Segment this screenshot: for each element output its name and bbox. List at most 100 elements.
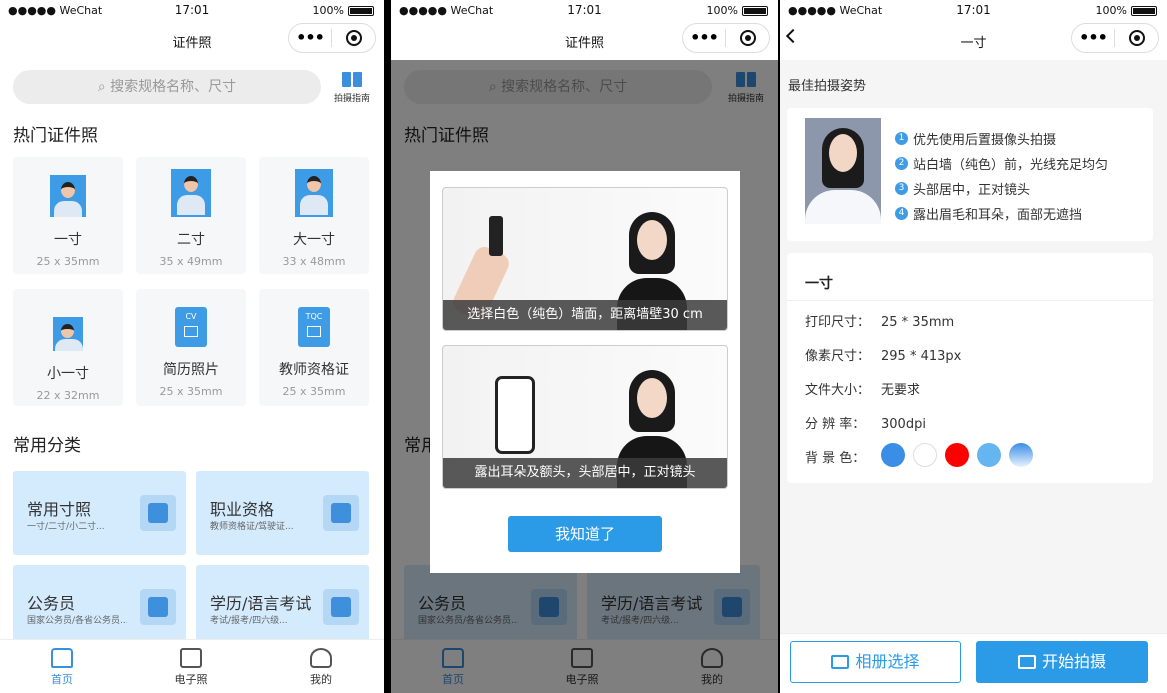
category-card-4[interactable]: 学历/语言考试 考试/报考/四六级... — [196, 565, 369, 649]
hot-card-name: 一寸 — [54, 232, 82, 248]
portrait-icon — [295, 169, 333, 217]
bg-color-swatch[interactable] — [913, 443, 937, 467]
tip-item: 4 露出眉毛和耳朵，面部无遮挡 — [895, 201, 1108, 226]
pose-section-title: 最佳拍摄姿势 — [788, 79, 867, 94]
close-program-icon[interactable] — [1115, 30, 1158, 46]
resume-badge: CV — [185, 312, 197, 321]
hot-card-size: 22 x 32mm — [36, 389, 100, 402]
category-sub: 一寸/二寸/小二寸... — [27, 522, 105, 532]
category-card-3[interactable]: 公务员 国家公务员/各省公务员... — [13, 565, 186, 649]
spec-value: 300dpi — [881, 417, 926, 432]
spec-value: 25 * 35mm — [881, 315, 955, 330]
bg-color-swatch[interactable] — [1009, 443, 1033, 467]
tip-text: 优先使用后置摄像头拍摄 — [913, 133, 1057, 148]
more-icon[interactable]: ••• — [289, 29, 333, 47]
spec-row: 文件大小： 无要求 — [805, 379, 920, 398]
category-section-title: 常用分类 — [13, 436, 81, 456]
tab-label: 首页 — [51, 673, 73, 686]
nav-bar: 证件照 ••• — [0, 22, 384, 60]
tab-e-photo[interactable]: 电子照 — [151, 648, 231, 687]
spec-row: 像素尺寸： 295 * 413px — [805, 345, 961, 364]
hot-card-size: 35 x 49mm — [159, 255, 223, 268]
portrait-icon — [53, 317, 83, 351]
hot-card-1[interactable]: 一寸 25 x 35mm — [13, 157, 123, 274]
head-position-illustration: 露出耳朵及额头，头部居中，正对镜头 — [442, 345, 728, 489]
status-bar: ●●●●● WeChat 17:01 100% — [0, 0, 384, 22]
tip-text: 站白墙（纯色）前，光线充足均匀 — [913, 158, 1109, 173]
hot-card-name: 小一寸 — [47, 366, 89, 382]
spec-value: 295 * 413px — [881, 349, 962, 364]
tab-home[interactable]: 首页 — [22, 648, 102, 687]
category-card-1[interactable]: 常用寸照 一寸/二寸/小二寸... — [13, 471, 186, 555]
guide-button[interactable]: 拍摄指南 — [330, 72, 374, 104]
tip-text: 头部居中，正对镜头 — [913, 183, 1031, 198]
guide-label: 拍摄指南 — [333, 94, 370, 104]
close-program-icon[interactable] — [726, 30, 769, 46]
image-icon — [831, 655, 850, 669]
hot-card-size: 25 x 35mm — [282, 385, 346, 398]
graduation-cap-icon — [323, 589, 359, 625]
number-1-icon: 1 — [895, 132, 908, 145]
hot-card-size: 25 x 35mm — [159, 385, 223, 398]
hot-card-6[interactable]: TQC 教师资格证 25 x 35mm — [259, 289, 369, 406]
more-icon[interactable]: ••• — [683, 29, 727, 47]
tab-mine[interactable]: 我的 — [281, 648, 361, 687]
number-4-icon: 4 — [895, 207, 908, 220]
hot-card-2[interactable]: 二寸 35 x 49mm — [136, 157, 246, 274]
tip-item: 3 头部居中，正对镜头 — [895, 176, 1108, 201]
album-select-button[interactable]: 相册选择 — [790, 641, 961, 683]
hot-card-size: 25 x 35mm — [36, 255, 100, 268]
hot-card-4[interactable]: 小一寸 22 x 32mm — [13, 289, 123, 406]
spec-key: 打印尺寸： — [805, 315, 871, 330]
sample-portrait — [805, 118, 881, 224]
resume-icon: CV — [175, 307, 207, 347]
bg-color-swatch[interactable] — [945, 443, 969, 467]
divider — [787, 300, 1153, 301]
hot-card-3[interactable]: 大一寸 33 x 48mm — [259, 157, 369, 274]
phone-icon — [489, 216, 503, 256]
battery: 100% — [1096, 4, 1157, 17]
shooting-guide-dialog: 选择白色（纯色）墙面，距离墙壁30 cm 露出耳朵及额头，头部居中，正对镜头 我… — [430, 171, 740, 573]
battery-text: 100% — [706, 4, 738, 17]
home-icon — [51, 648, 73, 668]
category-card-2[interactable]: 职业资格 教师资格证/驾驶证... — [196, 471, 369, 555]
hot-card-5[interactable]: CV 简历照片 25 x 35mm — [136, 289, 246, 406]
got-it-button[interactable]: 我知道了 — [508, 516, 662, 552]
portrait-card-icon — [140, 495, 176, 531]
close-program-icon[interactable] — [332, 30, 375, 46]
hot-card-name: 教师资格证 — [279, 362, 349, 378]
battery: 100% — [707, 4, 768, 17]
tab-label: 我的 — [310, 673, 332, 686]
home-screen: ●●●●● WeChat 17:01 100% 证件照 ••• ⌕ 搜索规格名称… — [0, 0, 384, 693]
pose-card: 1 优先使用后置摄像头拍摄 2 站白墙（纯色）前，光线充足均匀 3 头部居中，正对镜头… — [787, 108, 1153, 241]
bg-color-swatch[interactable] — [881, 443, 905, 467]
camera-icon — [1017, 655, 1036, 669]
category-sub: 教师资格证/驾驶证... — [210, 522, 294, 532]
status-bar: ●●●●● WeChat 17:01 100% — [391, 0, 778, 22]
bg-color-swatch[interactable] — [977, 443, 1001, 467]
album-label: 相册选择 — [855, 652, 920, 671]
caption-head: 露出耳朵及额头，头部居中，正对镜头 — [443, 458, 727, 488]
hot-card-name: 二寸 — [177, 232, 205, 248]
mini-program-capsule: ••• — [682, 23, 770, 53]
search-input[interactable]: ⌕ 搜索规格名称、尺寸 — [13, 70, 321, 104]
category-title: 学历/语言考试 — [210, 594, 312, 613]
officer-icon — [140, 589, 176, 625]
spec-row: 打印尺寸： 25 * 35mm — [805, 311, 954, 330]
portrait-icon — [171, 169, 211, 217]
more-icon[interactable]: ••• — [1072, 29, 1116, 47]
id-badge-icon — [323, 495, 359, 531]
battery: 100% — [313, 4, 374, 17]
hot-section-title: 热门证件照 — [13, 126, 98, 146]
tab-label: 电子照 — [174, 673, 208, 686]
status-bar: ●●●●● WeChat 17:01 100% — [780, 0, 1167, 22]
start-shooting-button[interactable]: 开始拍摄 — [976, 641, 1148, 683]
mini-program-capsule: ••• — [1071, 23, 1159, 53]
book-icon — [342, 72, 362, 88]
portrait-icon — [50, 175, 86, 217]
mini-program-capsule: ••• — [288, 23, 376, 53]
tab-overlay — [391, 639, 778, 693]
spec-row: 分 辨 率： 300dpi — [805, 413, 926, 432]
battery-text: 100% — [312, 4, 344, 17]
battery-text: 100% — [1095, 4, 1127, 17]
